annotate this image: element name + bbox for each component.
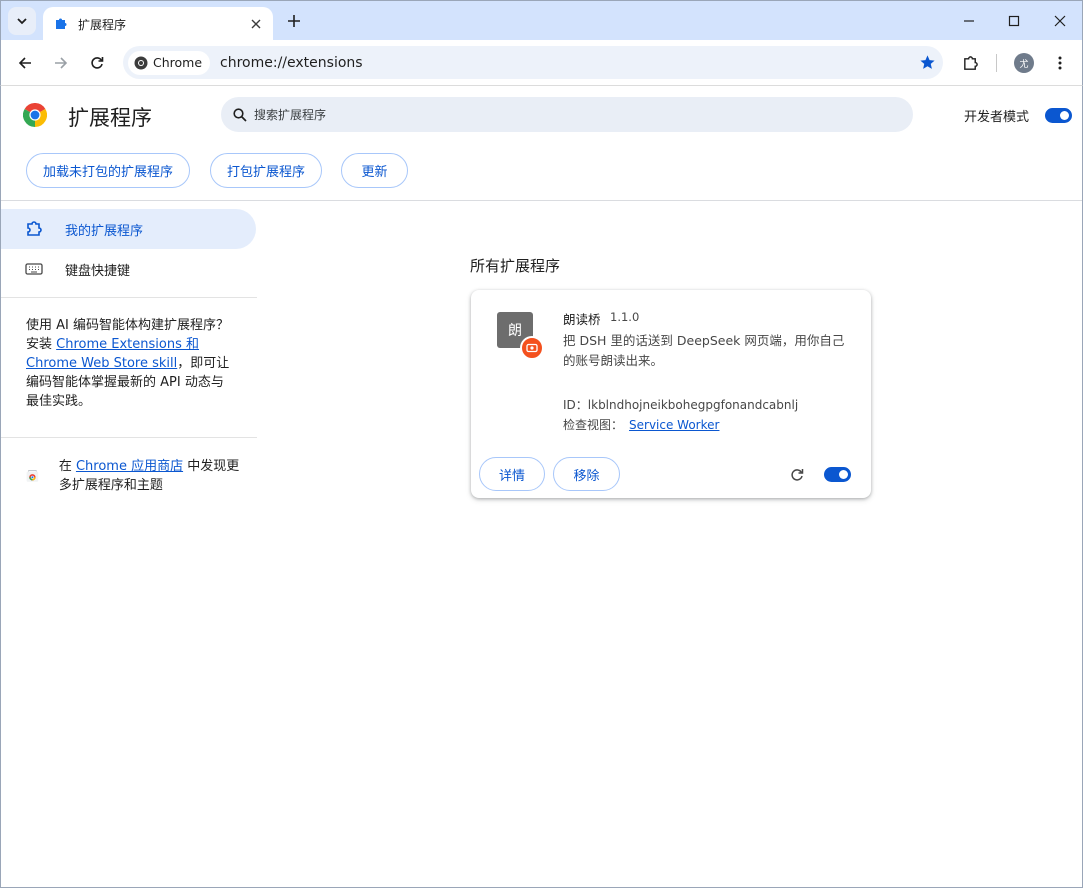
browser-menu-button[interactable] (1047, 50, 1073, 76)
keyboard-icon (25, 263, 43, 275)
extension-icon (27, 221, 42, 236)
extension-version: 1.1.0 (610, 310, 640, 324)
error-badge-icon (520, 336, 544, 360)
arrow-right-icon (55, 57, 68, 69)
window-close-button[interactable] (1047, 8, 1073, 34)
web-store-promo: 在 Chrome 应用商店 中发现更多扩展程序和主题 (26, 457, 241, 495)
sidebar-item-my-extensions[interactable]: 我的扩展程序 (1, 209, 256, 249)
developer-mode-toggle[interactable] (1045, 108, 1072, 123)
tab-search-button[interactable] (8, 7, 36, 35)
more-vert-icon (1058, 56, 1062, 70)
minimize-button[interactable] (956, 8, 982, 34)
extensions-menu-button[interactable] (957, 50, 983, 76)
forward-button[interactable] (48, 50, 74, 76)
sidebar-item-label: 我的扩展程序 (65, 223, 144, 239)
close-tab-icon[interactable] (247, 15, 265, 33)
maximize-button[interactable] (1001, 8, 1027, 34)
extension-name: 朗读桥 (563, 312, 601, 327)
web-store-link[interactable]: Chrome 应用商店 (76, 459, 183, 474)
load-unpacked-button[interactable]: 加载未打包的扩展程序 (26, 153, 190, 188)
puzzle-icon (963, 55, 978, 70)
web-store-icon (26, 470, 39, 482)
extensions-page: 扩展程序 搜索扩展程序 开发者模式 加载未打包的扩展程序 打包扩展程序 更新 我… (0, 86, 1083, 888)
toolbar-separator (996, 54, 997, 72)
sidebar-item-label: 键盘快捷键 (65, 263, 131, 279)
developer-mode-label: 开发者模式 (964, 110, 1030, 125)
plus-icon (288, 15, 300, 27)
extension-logo-char: 朗 (508, 323, 522, 339)
header-divider (1, 200, 1082, 201)
service-worker-link[interactable]: Service Worker (629, 418, 719, 432)
maximize-icon (1008, 15, 1020, 27)
extension-description: 把 DSH 里的话送到 DeepSeek 网页端，用你自己的账号朗读出来。 (563, 333, 845, 368)
extension-id-label: ID： (563, 398, 588, 412)
chip-label: Chrome (153, 55, 203, 70)
browser-toolbar: Chrome chrome://extensions 尤 (0, 40, 1083, 86)
chevron-down-icon (17, 18, 27, 25)
chrome-logo-icon (134, 56, 148, 69)
extension-id: lkblndhojneikbohegpgfonandcabnlj (587, 398, 799, 412)
sidebar-divider (1, 297, 257, 298)
tab-strip: 扩展程序 (0, 0, 1083, 41)
new-tab-button[interactable] (283, 10, 305, 32)
active-tab[interactable]: 扩展程序 (43, 7, 273, 41)
minimize-icon (964, 20, 974, 22)
reload-button[interactable] (84, 50, 110, 76)
arrow-left-icon (18, 57, 31, 69)
page-title: 扩展程序 (68, 106, 152, 130)
reload-extension-icon[interactable] (787, 465, 807, 485)
extension-enable-toggle[interactable] (824, 467, 851, 482)
reload-icon (91, 57, 104, 69)
extension-card: 朗 朗读桥 1.1.0 把 DSH 里的话送到 DeepSeek 网页端，用你自… (471, 290, 871, 498)
sidebar-item-keyboard-shortcuts[interactable]: 键盘快捷键 (1, 249, 256, 289)
section-title: 所有扩展程序 (470, 257, 561, 275)
store-prefix: 在 (58, 459, 76, 474)
sidebar-divider (1, 437, 257, 438)
search-placeholder: 搜索扩展程序 (254, 108, 327, 122)
extension-search-input[interactable]: 搜索扩展程序 (221, 97, 913, 132)
site-info-chip[interactable]: Chrome (128, 50, 211, 75)
close-icon (1054, 15, 1066, 27)
ai-skill-promo: 使用 AI 编码智能体构建扩展程序？安装 Chrome Extensions 和… (26, 316, 236, 411)
url-text[interactable]: chrome://extensions (220, 55, 911, 71)
tab-title: 扩展程序 (78, 17, 127, 32)
profile-avatar[interactable]: 尤 (1014, 53, 1034, 73)
web-store-text: 在 Chrome 应用商店 中发现更多扩展程序和主题 (59, 457, 241, 495)
inspect-views-label: 检查视图： (563, 418, 624, 432)
inspect-views-row: 检查视图： Service Worker (563, 416, 719, 433)
search-icon (233, 107, 247, 122)
extension-id-row: ID：lkblndhojneikbohegpgfonandcabnlj (563, 396, 798, 413)
extension-favicon-icon (53, 16, 69, 32)
chrome-logo-icon (23, 103, 47, 127)
remove-button[interactable]: 移除 (553, 457, 620, 491)
pack-extension-button[interactable]: 打包扩展程序 (210, 153, 322, 188)
details-button[interactable]: 详情 (479, 457, 545, 491)
bookmark-star-icon[interactable] (911, 54, 943, 71)
back-button[interactable] (12, 50, 38, 76)
update-button[interactable]: 更新 (341, 153, 408, 188)
address-bar[interactable]: Chrome chrome://extensions (123, 46, 943, 79)
profile-initial: 尤 (1019, 59, 1029, 70)
